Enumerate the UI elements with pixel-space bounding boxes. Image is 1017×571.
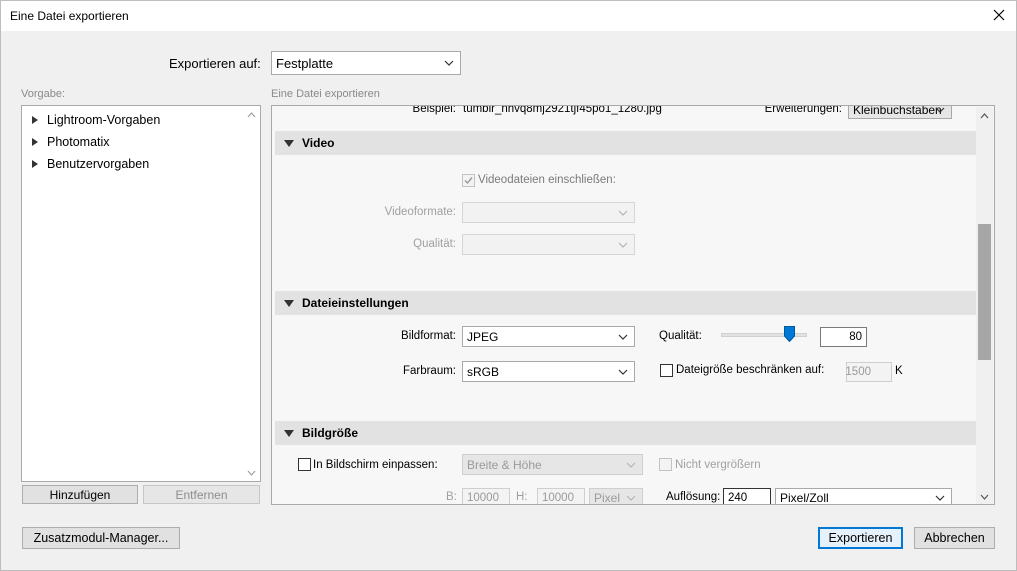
fit-mode-select[interactable]: Breite & Höhe [462,454,643,475]
width-label: B: [446,491,457,503]
scroll-down-button[interactable] [243,464,260,481]
video-quality-select[interactable] [462,234,635,255]
image-size-section-header[interactable]: Bildgröße [275,421,976,445]
video-formats-select[interactable] [462,202,635,223]
resolution-unit-select[interactable]: Pixel/Zoll [775,488,952,505]
export-to-label: Exportieren auf: [169,56,261,71]
resolution-input[interactable]: 240 [723,488,771,504]
height-label: H: [516,491,528,503]
chevron-down-icon [935,107,945,113]
quality-label: Qualität: [659,330,702,342]
preset-folder-label: Photomatix [47,135,110,149]
preset-folder-label: Lightroom-Vorgaben [47,113,161,127]
preset-folder-lightroom[interactable]: Lightroom-Vorgaben [32,113,160,127]
resolution-unit-value: Pixel/Zoll [780,491,829,505]
filesize-input[interactable]: 1500 [845,362,892,382]
chevron-down-icon [247,470,256,476]
export-button[interactable]: Exportieren [818,527,903,549]
collapse-arrow-icon [284,139,294,147]
chevron-down-icon [618,242,628,248]
cancel-button[interactable]: Abbrechen [914,527,995,549]
image-format-select[interactable]: JPEG [462,326,635,347]
settings-caption: Eine Datei exportieren [271,88,380,100]
filesize-value: 1500 [845,366,871,378]
chevron-down-icon [618,334,628,340]
chevron-up-icon [980,112,989,118]
remove-preset-button[interactable]: Entfernen [143,485,260,504]
title-bar: Eine Datei exportieren [0,0,1017,32]
quality-slider-thumb[interactable] [784,326,796,342]
include-video-label: Videodateien einschließen: [478,174,616,186]
width-input[interactable]: 10000 [462,488,510,504]
fit-mode-value: Breite & Höhe [467,457,542,472]
resolution-label: Auflösung: [666,491,721,503]
height-input[interactable]: 10000 [537,488,585,504]
scroll-up-button[interactable] [976,107,993,124]
chevron-down-icon [626,462,636,468]
chevron-down-icon [626,495,636,501]
plugin-manager-button[interactable]: Zusatzmodul-Manager... [22,527,180,549]
preset-folder-photomatix[interactable]: Photomatix [32,135,110,149]
image-size-section-title: Bildgröße [302,426,358,440]
include-video-checkbox[interactable] [462,174,475,187]
preset-folder-user[interactable]: Benutzervorgaben [32,157,149,171]
colorspace-value: sRGB [467,364,500,379]
example-value: tumblr_nhvq8mj2921tjf45po1_1280.jpg [463,105,662,115]
no-enlarge-label: Nicht vergrößern [675,459,761,471]
limit-filesize-label: Dateigröße beschränken auf: [676,364,825,376]
expand-arrow-icon [32,116,38,124]
export-to-value: Festplatte [276,55,334,71]
close-button[interactable] [989,5,1009,25]
collapse-arrow-icon [284,429,294,437]
extensions-value: Kleinbuchstaben [853,105,942,117]
quality-input[interactable]: 80 [820,327,867,347]
chevron-down-icon [980,494,989,500]
size-unit-value: Pixel [594,491,621,505]
settings-panel: Beispiel: tumblr_nhvq8mj2921tjf45po1_128… [271,105,995,505]
colorspace-select[interactable]: sRGB [462,361,635,382]
checkmark-icon [464,177,473,185]
image-format-value: JPEG [467,329,499,344]
file-settings-section-header[interactable]: Dateieinstellungen [275,291,976,315]
presets-caption: Vorgabe: [21,88,66,100]
file-settings-section-title: Dateieinstellungen [302,296,409,310]
collapse-arrow-icon [284,299,294,307]
expand-arrow-icon [32,138,38,146]
presets-list[interactable]: Lightroom-Vorgaben Photomatix Benutzervo… [21,105,261,482]
example-label: Beispiel: [412,105,456,115]
chevron-down-icon [935,495,945,501]
colorspace-label: Farbraum: [402,365,456,377]
video-formats-label: Videoformate: [384,206,456,218]
preset-folder-label: Benutzervorgaben [47,157,150,171]
add-preset-button[interactable]: Hinzufügen [22,485,138,504]
extensions-select[interactable]: Kleinbuchstaben [848,105,952,119]
filesize-unit: K [895,365,903,377]
size-unit-select[interactable]: Pixel [589,488,643,505]
video-quality-label: Qualität: [413,238,456,250]
chevron-down-icon [618,369,628,375]
scroll-down-button[interactable] [976,488,993,504]
fit-screen-checkbox[interactable] [298,458,311,471]
video-section-header[interactable]: Video [275,131,976,155]
chevron-down-icon [444,60,454,66]
video-section-title: Video [302,136,335,150]
no-enlarge-checkbox[interactable] [659,458,672,471]
close-icon [993,9,1005,21]
settings-scrollbar[interactable] [976,107,993,504]
export-to-select[interactable]: Festplatte [271,51,461,75]
chevron-down-icon [618,210,628,216]
expand-arrow-icon [32,160,38,168]
limit-filesize-checkbox[interactable] [660,364,673,377]
scroll-up-button[interactable] [243,106,260,123]
window-title: Eine Datei exportieren [10,9,129,23]
image-format-label: Bildformat: [401,330,456,342]
extensions-label: Erweiterungen: [764,105,842,115]
chevron-up-icon [247,111,256,117]
scrollbar-thumb[interactable] [978,224,991,360]
presets-scrollbar[interactable] [243,106,260,481]
fit-screen-label: In Bildschirm einpassen: [313,459,438,471]
